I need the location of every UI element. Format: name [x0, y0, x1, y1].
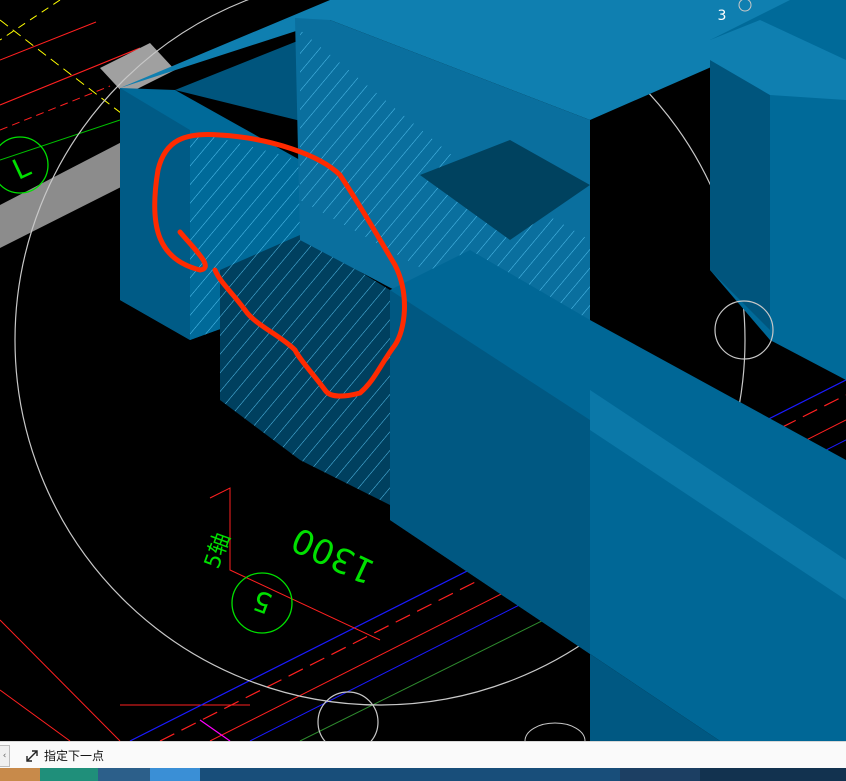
- taskbar-app-5[interactable]: [200, 768, 620, 781]
- top-right-number: 3: [718, 8, 727, 24]
- taskbar-app-2[interactable]: [40, 768, 98, 781]
- taskbar: [0, 768, 846, 781]
- wall-model: [120, 0, 846, 741]
- axis-bubble-bottom-label: 5: [248, 583, 276, 620]
- taskbar-app-7[interactable]: [700, 768, 846, 781]
- taskbar-app-4[interactable]: [150, 768, 200, 781]
- taskbar-app-3[interactable]: [98, 768, 150, 781]
- command-prompt-text: 指定下一点: [44, 749, 105, 763]
- axis-bubble-left-label: L: [7, 150, 35, 187]
- cad-3d-viewport[interactable]: L 5 5轴 1300 3: [0, 0, 846, 741]
- command-status-bar: ‹ 指定下一点: [0, 741, 846, 769]
- axis-label-text: 5轴: [200, 530, 236, 572]
- dimension-text: 1300: [286, 519, 381, 592]
- resize-arrow-icon: [26, 749, 38, 762]
- statusbar-collapse-handle[interactable]: ‹: [0, 744, 10, 767]
- taskbar-app-6[interactable]: [620, 768, 700, 781]
- taskbar-app-1[interactable]: [0, 768, 40, 781]
